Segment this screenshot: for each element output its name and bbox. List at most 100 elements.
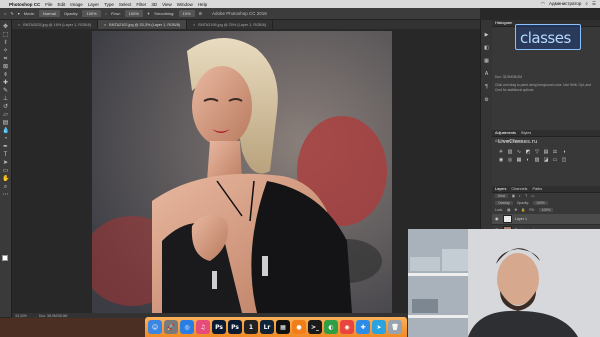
menu-view[interactable]: View: [162, 2, 172, 7]
document-size[interactable]: Doc: 38,9M/38,9M: [39, 314, 68, 318]
tab-styles[interactable]: Styles: [521, 131, 531, 135]
color-balance-adjustment-icon[interactable]: ⚖: [552, 149, 558, 155]
menu-file[interactable]: File: [45, 2, 52, 7]
lightroom-icon[interactable]: Lr: [260, 320, 274, 334]
wifi-icon[interactable]: ◠: [541, 1, 545, 7]
tab-close-icon[interactable]: ×: [193, 23, 195, 27]
move-tool-icon[interactable]: ✥: [2, 24, 9, 31]
zoom-level[interactable]: 33,33%: [15, 314, 27, 318]
color-panel-icon[interactable]: ◧: [483, 45, 490, 52]
character-panel-icon[interactable]: A: [483, 71, 490, 78]
search-icon[interactable]: ⌕: [585, 1, 588, 7]
quick-select-tool-icon[interactable]: ✧: [2, 48, 9, 55]
channel-mixer-adjustment-icon[interactable]: ◎: [507, 157, 513, 163]
menu-image[interactable]: Image: [70, 2, 83, 7]
tab-adjustments[interactable]: Adjustments: [495, 131, 516, 135]
airbrush-icon[interactable]: ✈: [147, 11, 150, 16]
pen-tool-icon[interactable]: ✒: [2, 144, 9, 151]
tab-close-icon[interactable]: ×: [18, 23, 20, 27]
launchpad-icon[interactable]: 🚀: [164, 320, 178, 334]
finder-icon[interactable]: ☺: [148, 320, 162, 334]
brush-tool-icon[interactable]: ✎: [2, 88, 9, 95]
dodge-tool-icon[interactable]: ◔: [2, 136, 9, 143]
frame-tool-icon[interactable]: ⊠: [2, 64, 9, 71]
fill-input[interactable]: 100%: [538, 208, 554, 213]
rectangle-tool-icon[interactable]: ▭: [2, 168, 9, 175]
opacity-input[interactable]: 100%: [82, 10, 101, 17]
tab-channels[interactable]: Channels: [511, 187, 527, 191]
filter-shape-icon[interactable]: ▭: [531, 194, 534, 198]
menu-list-icon[interactable]: ☰: [592, 1, 596, 7]
healing-brush-tool-icon[interactable]: ✚: [2, 80, 9, 87]
foreground-color-swatch[interactable]: [2, 255, 8, 261]
visibility-eye-icon[interactable]: ◉: [495, 216, 500, 221]
crop-tool-icon[interactable]: ⌗: [2, 56, 9, 63]
tab-layers[interactable]: Layers: [495, 187, 506, 191]
more-tools-icon[interactable]: ⋯: [2, 192, 9, 199]
swatches-panel-icon[interactable]: ▦: [483, 58, 490, 65]
document-canvas[interactable]: [92, 31, 392, 313]
photoshop-icon[interactable]: Ps: [212, 320, 226, 334]
document-tab[interactable]: × BNTA2196.jpg @ 20% (Layer 1, RGB/8): [187, 20, 274, 29]
terminal-icon[interactable]: >_: [308, 320, 322, 334]
history-brush-tool-icon[interactable]: ↺: [2, 104, 9, 111]
pressure-opacity-icon[interactable]: ◌: [105, 11, 107, 16]
lock-position-icon[interactable]: ✥: [514, 208, 517, 212]
menu-select[interactable]: Select: [119, 2, 132, 7]
hand-tool-icon[interactable]: ✋: [2, 176, 9, 183]
home-icon[interactable]: ⌂: [4, 11, 6, 16]
brush-size-dropdown[interactable]: ▾: [18, 11, 20, 16]
vibrance-adjustment-icon[interactable]: ▽: [534, 149, 540, 155]
tab-close-icon[interactable]: ×: [104, 23, 106, 27]
mode-select[interactable]: Normal: [38, 10, 60, 17]
gradient-tool-icon[interactable]: ▤: [2, 120, 9, 127]
menu-layer[interactable]: Layer: [88, 2, 99, 7]
filter-adjustment-icon[interactable]: ◐: [519, 194, 521, 198]
lock-pixels-icon[interactable]: ▦: [507, 208, 510, 212]
eyedropper-tool-icon[interactable]: ⌽: [2, 72, 9, 79]
zoom-tool-icon[interactable]: ⌕: [2, 184, 9, 191]
blend-mode-select[interactable]: Overlay: [495, 201, 513, 206]
clone-stamp-tool-icon[interactable]: ⊥: [2, 96, 9, 103]
blur-tool-icon[interactable]: 💧: [2, 128, 9, 135]
smoothing-input[interactable]: 10%: [178, 10, 195, 17]
lock-all-icon[interactable]: 🔒: [521, 208, 525, 212]
filter-pixel-icon[interactable]: ▣: [512, 194, 515, 198]
tab-paths[interactable]: Paths: [532, 187, 542, 191]
menu-edit[interactable]: Edit: [58, 2, 66, 7]
eraser-tool-icon[interactable]: ▱: [2, 112, 9, 119]
app-black-icon[interactable]: ▦: [276, 320, 290, 334]
document-tab-active[interactable]: × BNTA2102.jpg @ 33,3% (Layer 1, RGB/8): [97, 20, 188, 29]
menu-window[interactable]: Window: [177, 2, 193, 7]
menu-filter[interactable]: Filter: [136, 2, 146, 7]
invert-adjustment-icon[interactable]: ◐: [525, 157, 531, 163]
telegram-icon[interactable]: ➤: [372, 320, 386, 334]
gradient-map-adjustment-icon[interactable]: ▭: [552, 157, 558, 163]
lasso-tool-icon[interactable]: ℓ: [2, 40, 9, 47]
app-menu[interactable]: Photoshop CC: [9, 2, 40, 7]
paragraph-panel-icon[interactable]: ¶: [483, 84, 490, 91]
black-white-adjustment-icon[interactable]: ◑: [561, 149, 567, 155]
app-orange-icon[interactable]: ●: [292, 320, 306, 334]
type-tool-icon[interactable]: T: [2, 152, 9, 159]
posterize-adjustment-icon[interactable]: ▨: [534, 157, 540, 163]
brightness-adjustment-icon[interactable]: ☀: [498, 149, 504, 155]
curves-adjustment-icon[interactable]: ∿: [516, 149, 522, 155]
app-1-icon[interactable]: 1: [244, 320, 258, 334]
levels-adjustment-icon[interactable]: ▥: [507, 149, 513, 155]
menu-type[interactable]: Type: [104, 2, 114, 7]
user-name[interactable]: Администратор: [549, 1, 581, 7]
chrome-icon[interactable]: ◉: [340, 320, 354, 334]
app-green-icon[interactable]: ◐: [324, 320, 338, 334]
properties-panel-icon[interactable]: ⚙: [483, 97, 490, 104]
safari-icon[interactable]: ◎: [180, 320, 194, 334]
history-panel-icon[interactable]: ▶: [483, 32, 490, 39]
flow-input[interactable]: 100%: [124, 10, 143, 17]
photoshop-2-icon[interactable]: Ps: [228, 320, 242, 334]
filter-type-icon[interactable]: T: [525, 194, 527, 198]
selective-color-adjustment-icon[interactable]: ◫: [561, 157, 567, 163]
layer-row[interactable]: ◉ Layer 1: [492, 213, 600, 225]
menu-3d[interactable]: 3D: [151, 2, 157, 7]
layer-kind-filter[interactable]: Kind: [495, 194, 508, 199]
marquee-tool-icon[interactable]: ⬚: [2, 32, 9, 39]
